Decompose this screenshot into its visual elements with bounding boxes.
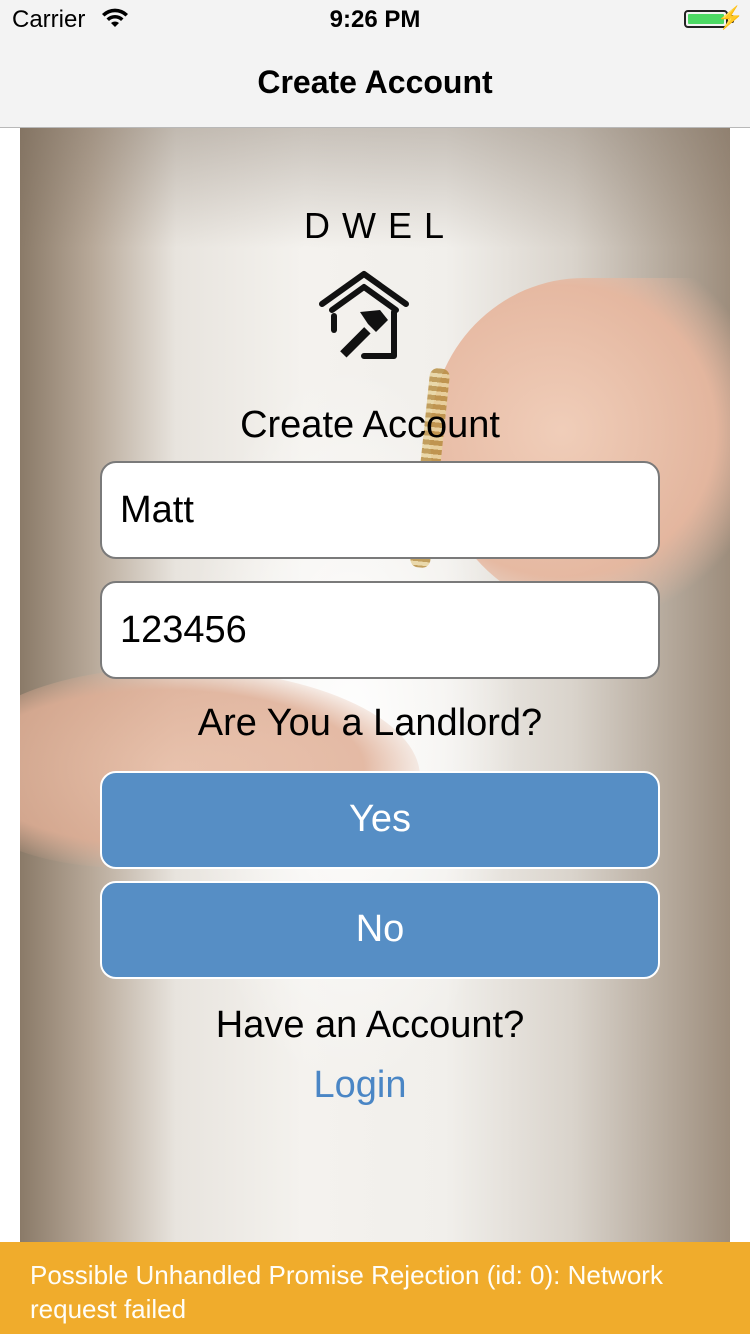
hand-with-keys (430, 278, 730, 618)
charging-bolt-icon: ⚡ (716, 5, 744, 30)
warning-message: Possible Unhandled Promise Rejection (id… (30, 1260, 663, 1324)
password-input[interactable]: 123456 (100, 581, 660, 679)
house-hammer-icon (319, 271, 409, 359)
landlord-question: Are You a Landlord? (197, 702, 543, 744)
login-link[interactable]: Login (0, 1064, 720, 1107)
yes-button[interactable]: Yes (100, 771, 660, 869)
warning-banner[interactable]: Possible Unhandled Promise Rejection (id… (0, 1242, 750, 1334)
name-input[interactable]: Matt (100, 461, 660, 559)
form-heading: Create Account (240, 404, 500, 446)
no-button[interactable]: No (100, 881, 660, 979)
navigation-bar: Create Account (0, 40, 750, 128)
status-bar: Carrier 9:26 PM ⚡ (0, 0, 750, 40)
have-account-label: Have an Account? (215, 1004, 525, 1046)
nav-title: Create Account (257, 64, 493, 100)
brand-name: DWEL (303, 205, 456, 246)
clock: 9:26 PM (329, 6, 421, 33)
